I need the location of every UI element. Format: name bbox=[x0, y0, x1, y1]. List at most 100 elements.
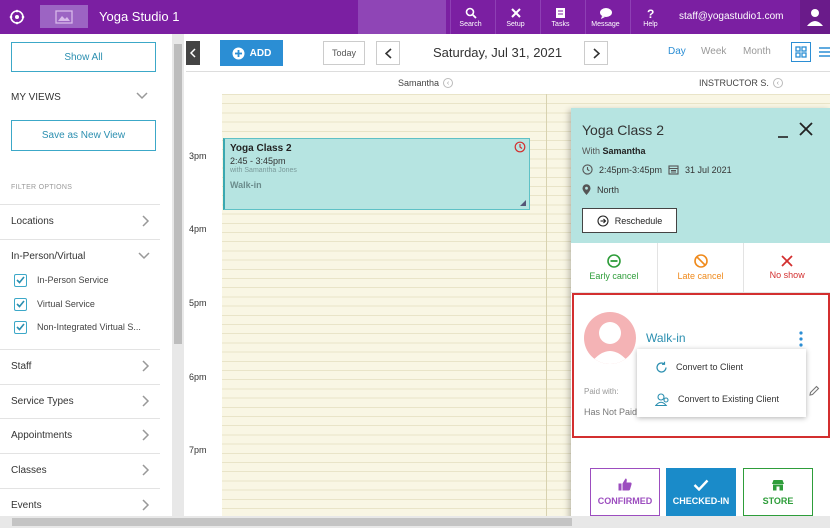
save-as-new-view-button[interactable]: Save as New View bbox=[11, 120, 156, 151]
status-label: Early cancel bbox=[589, 271, 639, 281]
checkbox-in-person-service[interactable]: In-Person Service bbox=[14, 271, 109, 289]
tools-icon bbox=[510, 7, 521, 18]
scrollbar-thumb[interactable] bbox=[12, 518, 572, 526]
time-label: 6pm bbox=[189, 372, 207, 382]
reschedule-label: Reschedule bbox=[614, 215, 663, 226]
ban-icon bbox=[693, 254, 708, 268]
resize-handle-icon[interactable] bbox=[520, 200, 526, 206]
checkbox[interactable] bbox=[14, 320, 27, 334]
early-cancel-button[interactable]: Early cancel bbox=[571, 243, 658, 292]
app-logo[interactable] bbox=[0, 0, 34, 34]
tab-week[interactable]: Week bbox=[701, 46, 726, 57]
studio-name[interactable]: Yoga Studio 1 bbox=[99, 9, 179, 24]
sidebar-item-service-types[interactable]: Service Types bbox=[0, 384, 160, 418]
sidebar-item-label: In-Person/Virtual bbox=[11, 251, 86, 262]
panel-datetime: 2:45pm-3:45pm 31 Jul 2021 bbox=[582, 164, 732, 175]
sidebar-item-locations[interactable]: Locations bbox=[0, 204, 160, 238]
checkbox-label: Non-Integrated Virtual S... bbox=[37, 322, 141, 332]
next-day-button[interactable] bbox=[584, 41, 608, 65]
nav-message-button[interactable]: Message bbox=[585, 0, 625, 34]
status-label: No show bbox=[769, 270, 805, 280]
column-header-samantha[interactable]: Samantha ‹ bbox=[398, 78, 454, 88]
checkbox[interactable] bbox=[14, 273, 27, 287]
grid-view-button[interactable] bbox=[791, 42, 811, 62]
sidebar-item-classes[interactable]: Classes bbox=[0, 453, 160, 487]
global-search-box[interactable] bbox=[358, 0, 446, 34]
minimize-icon[interactable] bbox=[777, 126, 789, 138]
sidebar-scrollbar[interactable] bbox=[172, 34, 184, 516]
chevron-left-circle-icon[interactable]: ‹ bbox=[772, 78, 783, 88]
prev-day-button[interactable] bbox=[376, 41, 400, 65]
sidebar-item-label: Service Types bbox=[11, 396, 74, 407]
calendar-icon bbox=[668, 165, 679, 175]
sidebar-item-label: Events bbox=[11, 500, 42, 511]
nav-search-button[interactable]: Search bbox=[450, 0, 490, 34]
sidebar-item-appointments[interactable]: Appointments bbox=[0, 418, 160, 452]
client-avatar bbox=[584, 312, 636, 364]
collapse-sidebar-button[interactable] bbox=[186, 41, 200, 65]
checkbox-label: In-Person Service bbox=[37, 275, 109, 285]
store-button[interactable]: STORE bbox=[743, 468, 813, 516]
users-icon bbox=[655, 392, 669, 406]
more-vertical-icon[interactable] bbox=[798, 331, 804, 347]
today-button[interactable]: Today bbox=[323, 41, 365, 65]
check-icon bbox=[16, 276, 25, 284]
checkbox[interactable] bbox=[14, 297, 27, 311]
chevron-right-icon bbox=[142, 464, 150, 476]
nav-label: Message bbox=[591, 20, 620, 28]
event-instructor: with Samantha Jones bbox=[230, 167, 297, 174]
late-cancel-button[interactable]: Late cancel bbox=[658, 243, 745, 292]
tab-month[interactable]: Month bbox=[743, 46, 771, 57]
sidebar-item-staff[interactable]: Staff bbox=[0, 349, 160, 383]
message-icon bbox=[599, 7, 612, 19]
arrow-circle-icon bbox=[597, 214, 609, 227]
convert-to-client-item[interactable]: Convert to Client bbox=[637, 352, 806, 382]
panel-time: 2:45pm-3:45pm bbox=[599, 164, 663, 175]
user-email[interactable]: staff@yogastudio1.com bbox=[679, 11, 783, 22]
chevron-left-circle-icon[interactable]: ‹ bbox=[443, 78, 454, 88]
header-divider bbox=[186, 71, 830, 72]
nav-tasks-button[interactable]: Tasks bbox=[540, 0, 580, 34]
image-icon bbox=[55, 9, 73, 24]
show-all-button[interactable]: Show All bbox=[11, 42, 156, 72]
client-name[interactable]: Walk-in bbox=[646, 331, 686, 345]
nav-help-button[interactable]: ? Help bbox=[630, 0, 670, 34]
no-show-button[interactable]: No show bbox=[744, 243, 830, 292]
refresh-icon bbox=[656, 361, 667, 373]
sidebar-item-label: Locations bbox=[11, 216, 54, 227]
time-label: 5pm bbox=[189, 298, 207, 308]
paid-with-label: Paid with: bbox=[584, 387, 619, 396]
chevron-down-icon[interactable] bbox=[136, 92, 148, 100]
pencil-icon[interactable] bbox=[809, 385, 820, 396]
button-label: CONFIRMED bbox=[597, 496, 653, 506]
confirmed-button[interactable]: CONFIRMED bbox=[590, 468, 660, 516]
scrollbar-thumb[interactable] bbox=[174, 44, 182, 344]
column-header-instructor[interactable]: INSTRUCTOR S. ‹ bbox=[699, 78, 783, 88]
location-pin-icon bbox=[582, 184, 591, 195]
chevron-right-icon bbox=[592, 47, 600, 59]
sidebar-item-in-person-virtual[interactable]: In-Person/Virtual bbox=[0, 239, 160, 273]
studio-logo-image[interactable] bbox=[40, 5, 88, 28]
list-view-button[interactable] bbox=[817, 42, 830, 62]
checkbox-virtual-service[interactable]: Virtual Service bbox=[14, 295, 95, 313]
tab-day[interactable]: Day bbox=[668, 46, 686, 57]
sidebar-item-events[interactable]: Events bbox=[0, 488, 160, 516]
plus-circle-icon bbox=[232, 47, 245, 59]
convert-to-existing-client-item[interactable]: Convert to Existing Client bbox=[637, 384, 806, 414]
user-avatar-button[interactable] bbox=[800, 0, 830, 34]
reschedule-button[interactable]: Reschedule bbox=[582, 208, 677, 233]
checkbox-non-integrated-virtual[interactable]: Non-Integrated Virtual S... bbox=[14, 318, 141, 336]
add-button[interactable]: ADD bbox=[220, 40, 283, 66]
horizontal-scrollbar[interactable] bbox=[0, 516, 830, 528]
close-icon[interactable] bbox=[799, 122, 813, 136]
nav-setup-button[interactable]: Setup bbox=[495, 0, 535, 34]
panel-instructor: With Samantha bbox=[582, 146, 646, 156]
calendar-event[interactable]: Yoga Class 2 2:45 - 3:45pm with Samantha… bbox=[223, 138, 530, 210]
checkbox-label: Virtual Service bbox=[37, 299, 95, 309]
chevron-right-icon bbox=[142, 395, 150, 407]
chevron-right-icon bbox=[142, 360, 150, 372]
my-views-label[interactable]: MY VIEWS bbox=[11, 92, 61, 103]
checked-in-button[interactable]: CHECKED-IN bbox=[666, 468, 736, 516]
help-icon: ? bbox=[647, 7, 654, 19]
sidebar: Show All MY VIEWS Save as New View FILTE… bbox=[0, 34, 172, 516]
